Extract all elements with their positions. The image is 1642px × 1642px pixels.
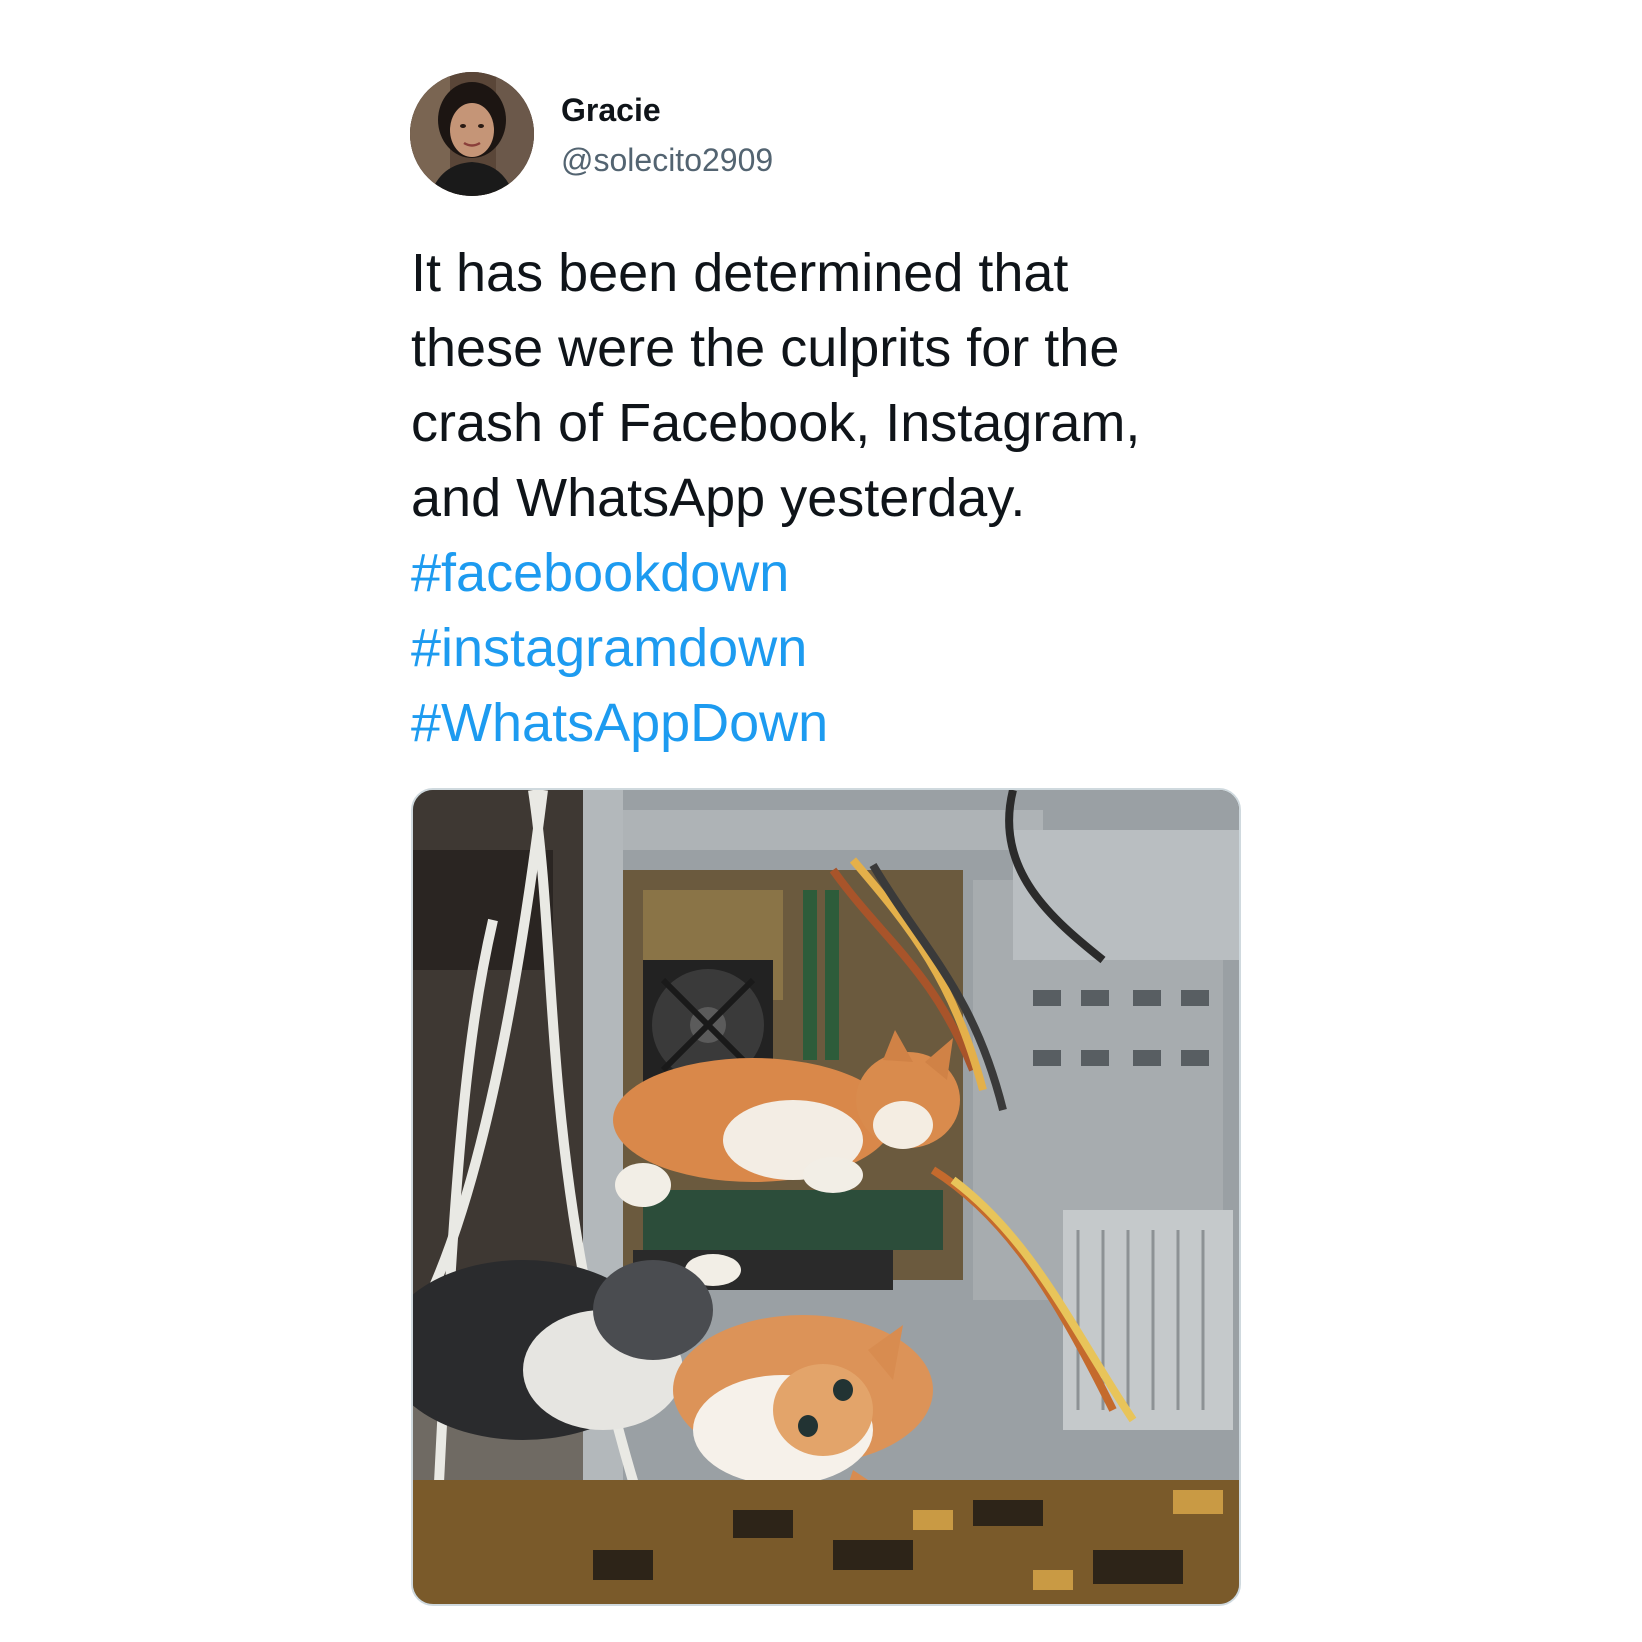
kittens-in-computer-case-icon — [413, 790, 1239, 1604]
hashtag-link-instagramdown[interactable]: #instagramdown — [411, 611, 1231, 686]
user-handle[interactable]: @solecito2909 — [561, 142, 773, 178]
tweet-text-line: and WhatsApp yesterday. — [411, 468, 1026, 528]
tweet-media-photo[interactable] — [411, 788, 1241, 1606]
avatar-photo-icon — [410, 72, 534, 196]
tweet-text-line: crash of Facebook, Instagram, — [411, 393, 1141, 453]
hashtag-link-facebookdown[interactable]: #facebookdown — [411, 536, 1231, 611]
avatar[interactable] — [410, 72, 534, 196]
tweet-text-line: these were the culprits for the — [411, 318, 1120, 378]
tweet-body: It has been determined that these were t… — [411, 236, 1231, 761]
tweet-text-line: It has been determined that — [411, 243, 1069, 303]
display-name[interactable]: Gracie — [561, 92, 661, 128]
tweet-card: Gracie @solecito2909 It has been determi… — [0, 0, 1642, 1642]
hashtag-link-whatsappdown[interactable]: #WhatsAppDown — [411, 686, 1231, 761]
